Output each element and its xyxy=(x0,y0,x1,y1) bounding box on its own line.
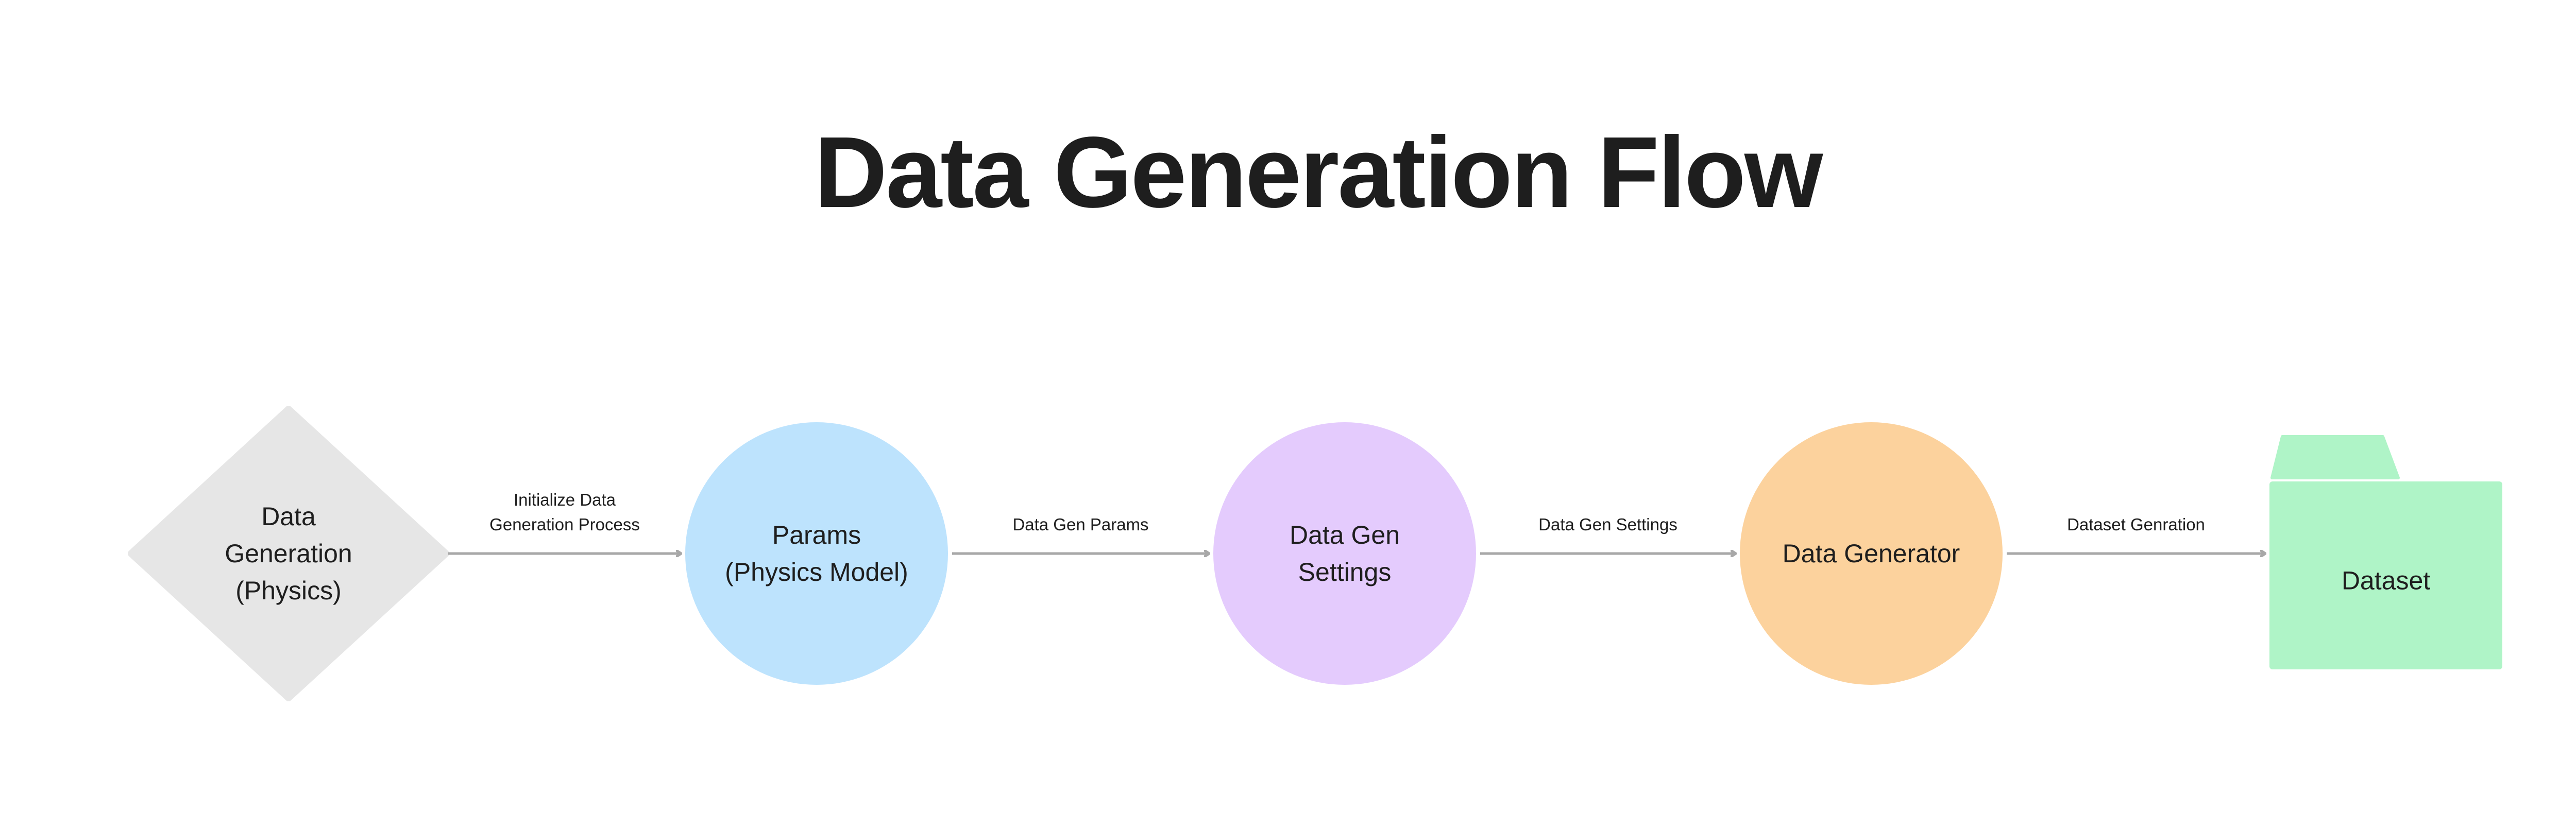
node-params-physics-model[interactable]: Params (Physics Model) xyxy=(685,422,948,685)
label-line: Params xyxy=(772,521,861,549)
edge-data-gen-params[interactable]: Data Gen Params xyxy=(952,515,1209,554)
circle-shape xyxy=(685,422,948,685)
node-label: Dataset xyxy=(2342,566,2430,595)
edge-initialize-data-generation-process[interactable]: Initialize Data Generation Process xyxy=(448,490,681,554)
label-line: Data Generator xyxy=(1783,539,1960,568)
label-line: Data Gen xyxy=(1290,521,1400,549)
node-dataset[interactable]: Dataset xyxy=(2269,435,2502,669)
label-line: Data xyxy=(261,502,316,531)
node-data-generation-physics[interactable]: Data Generation (Physics) xyxy=(128,406,449,701)
circle-shape xyxy=(1213,422,1476,685)
label-line: Dataset Genration xyxy=(2067,515,2205,534)
label-line: (Physics) xyxy=(235,576,342,605)
label-line: Initialize Data xyxy=(514,490,616,509)
edge-label: Data Gen Params xyxy=(1012,515,1148,534)
label-line: Data Gen Settings xyxy=(1538,515,1677,534)
edge-dataset-genration[interactable]: Dataset Genration xyxy=(2007,515,2265,554)
label-line: (Physics Model) xyxy=(725,558,908,586)
label-line: Dataset xyxy=(2342,566,2430,595)
folder-tab-icon xyxy=(2270,435,2400,479)
label-line: Data Gen Params xyxy=(1012,515,1148,534)
edge-label: Dataset Genration xyxy=(2067,515,2205,534)
node-label: Data Generator xyxy=(1783,539,1960,568)
edge-label: Data Gen Settings xyxy=(1538,515,1677,534)
node-data-generator[interactable]: Data Generator xyxy=(1740,422,2003,685)
edge-label: Initialize Data Generation Process xyxy=(489,490,640,534)
edge-data-gen-settings[interactable]: Data Gen Settings xyxy=(1480,515,1736,554)
label-line: Generation xyxy=(225,539,352,568)
label-line: Settings xyxy=(1298,558,1392,586)
label-line: Generation Process xyxy=(489,515,640,534)
flow-diagram: Data Generation (Physics) Params (Physics M… xyxy=(128,406,2502,701)
node-data-gen-settings[interactable]: Data Gen Settings xyxy=(1213,422,1476,685)
diagram-canvas: Data Generation Flow Data Generation (Phys… xyxy=(0,0,2576,829)
